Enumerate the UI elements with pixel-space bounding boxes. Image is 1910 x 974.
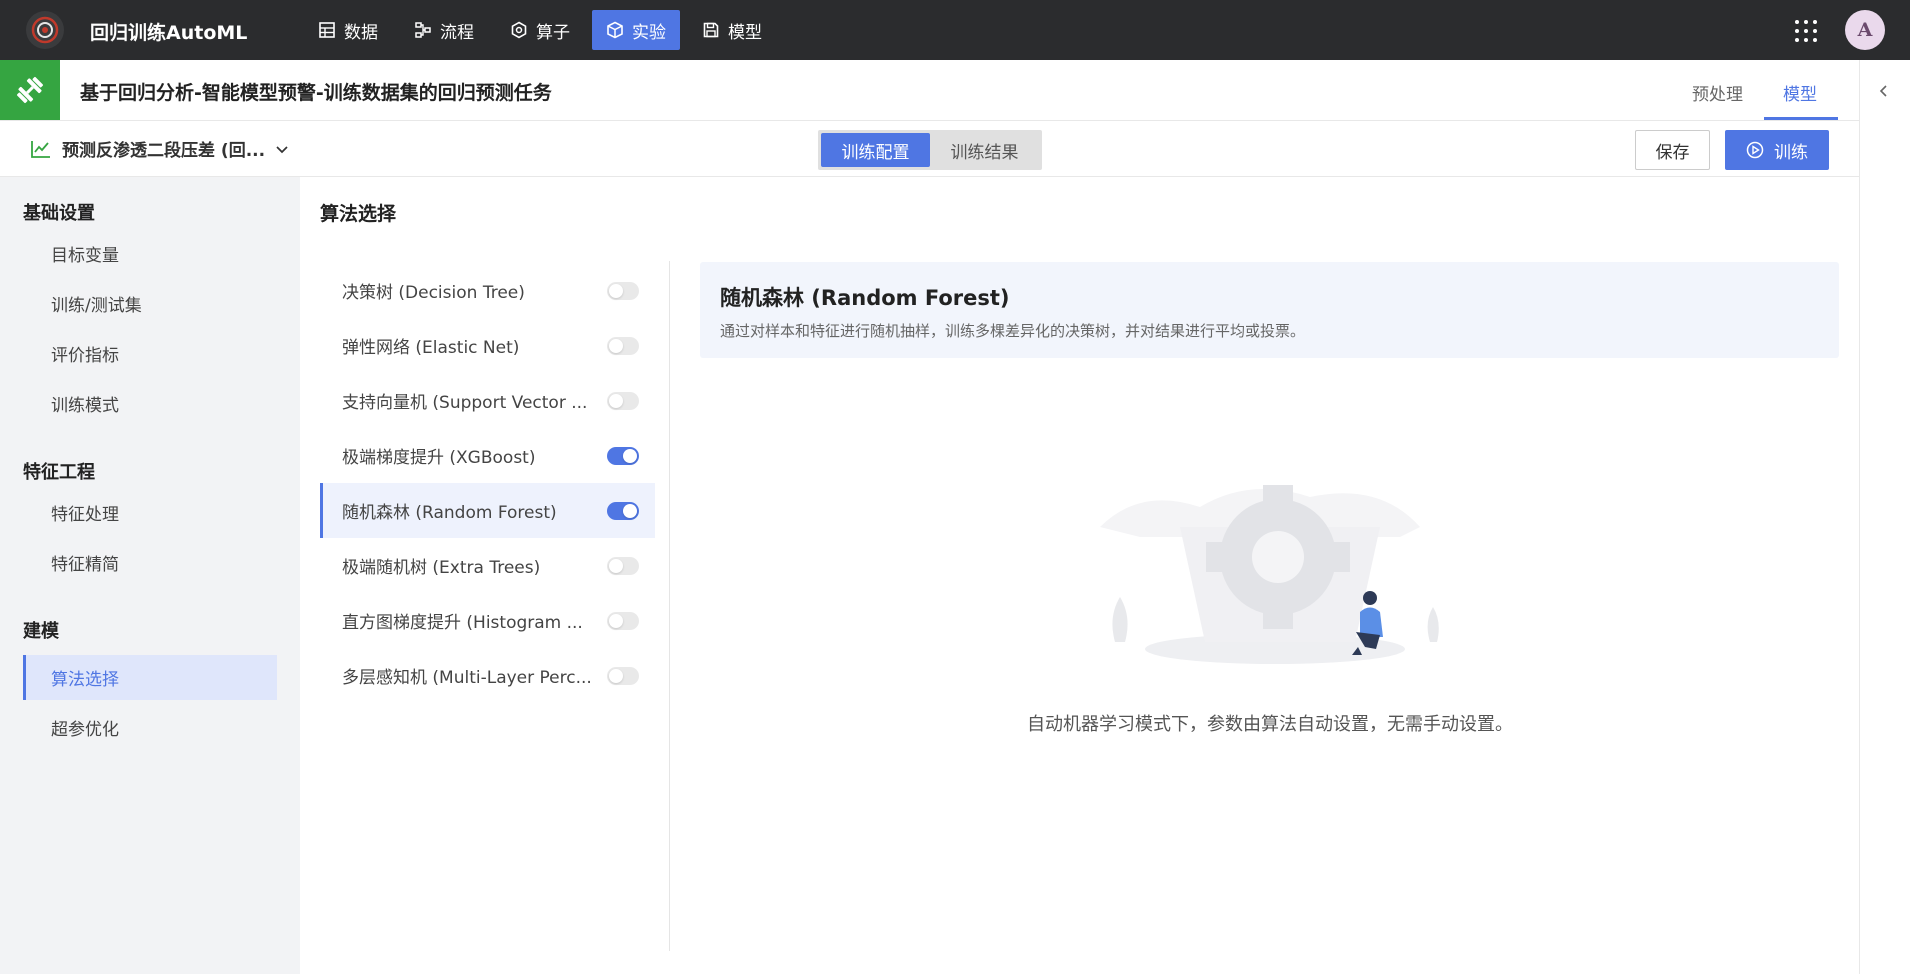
project-header: 基于回归分析-智能模型预警-训练数据集的回归预测任务 预处理 模型 [0, 60, 1859, 121]
save-icon [703, 22, 719, 38]
nav-item-label: 流程 [440, 22, 474, 43]
sidebar-item-feature-select[interactable]: 特征精简 [23, 540, 277, 585]
algorithm-detail-title: 随机森林 (Random Forest) [720, 286, 1010, 310]
algorithm-label: 弹性网络 (Elastic Net) [342, 338, 520, 358]
train-button-label: 训练 [1774, 142, 1808, 163]
algorithm-detail-description: 通过对样本和特征进行随机抽样，训练多棵差异化的决策树，并对结果进行平均或投票。 [720, 322, 1306, 340]
algorithm-label: 支持向量机 (Support Vector ... [342, 393, 588, 413]
algorithm-item-extra-trees[interactable]: 极端随机树 (Extra Trees) [320, 538, 655, 593]
algorithm-toggle[interactable] [607, 611, 639, 630]
algorithm-toggle[interactable] [607, 446, 639, 465]
algorithm-label: 随机森林 (Random Forest) [342, 503, 557, 523]
divider [669, 261, 670, 951]
algorithm-item-random-forest[interactable]: 随机森林 (Random Forest) [320, 483, 655, 538]
sidebar-item-train-mode[interactable]: 训练模式 [23, 381, 277, 426]
nav-item-flow[interactable]: 流程 [400, 10, 488, 50]
task-name: 预测反渗透二段压差 (回... [62, 141, 266, 161]
grid-icon [319, 22, 335, 38]
algorithm-item-elastic-net[interactable]: 弹性网络 (Elastic Net) [320, 318, 655, 373]
sidebar-group-basic: 基础设置 [23, 203, 95, 224]
play-circle-icon [1746, 141, 1764, 159]
flow-icon [415, 22, 431, 38]
algorithm-item-decision-tree[interactable]: 决策树 (Decision Tree) [320, 263, 655, 318]
tab-model[interactable]: 模型 [1783, 80, 1817, 105]
algorithm-label: 直方图梯度提升 (Histogram ... [342, 613, 583, 633]
main-panel: 算法选择 决策树 (Decision Tree) 弹性网络 (Elastic N… [300, 177, 1859, 974]
algorithm-item-xgboost[interactable]: 极端梯度提升 (XGBoost) [320, 428, 655, 483]
sidebar-group-feature: 特征工程 [23, 462, 95, 483]
algorithm-label: 极端梯度提升 (XGBoost) [342, 448, 536, 468]
algorithm-toggle[interactable] [607, 501, 639, 520]
sidebar-item-hyperparam[interactable]: 超参优化 [23, 705, 277, 750]
app-logo-icon[interactable] [26, 11, 64, 49]
main-nav: 数据 流程 算子 实验 模型 [304, 10, 776, 50]
settings-sidebar: 基础设置 目标变量 训练/测试集 评价指标 训练模式 特征工程 特征处理 特征精… [0, 177, 300, 974]
experiment-toolbar: 预测反渗透二段压差 (回... 训练配置 训练结果 保存 训练 [0, 121, 1859, 177]
tab-train-config[interactable]: 训练配置 [821, 133, 930, 167]
algorithm-list: 决策树 (Decision Tree) 弹性网络 (Elastic Net) 支… [320, 263, 655, 703]
nav-item-model[interactable]: 模型 [688, 10, 776, 50]
nav-item-label: 实验 [632, 22, 666, 43]
sidebar-item-target[interactable]: 目标变量 [23, 231, 277, 276]
algorithm-label: 极端随机树 (Extra Trees) [342, 558, 541, 578]
algorithm-label: 多层感知机 (Multi-Layer Perc... [342, 668, 592, 688]
algorithm-detail-card: 随机森林 (Random Forest) 通过对样本和特征进行随机抽样，训练多棵… [700, 262, 1839, 358]
save-button[interactable]: 保存 [1635, 130, 1710, 170]
nav-item-operator[interactable]: 算子 [496, 10, 584, 50]
algorithm-toggle[interactable] [607, 666, 639, 685]
chevron-left-icon[interactable] [1877, 84, 1891, 98]
right-collapse-panel [1859, 60, 1910, 974]
view-switcher: 训练配置 训练结果 [818, 130, 1042, 170]
tab-preprocess[interactable]: 预处理 [1692, 80, 1743, 105]
nav-item-label: 数据 [344, 22, 378, 43]
sidebar-group-modeling: 建模 [23, 621, 59, 642]
app-title[interactable]: 回归训练AutoML [90, 18, 247, 45]
top-nav-bar: 回归训练AutoML 数据 流程 算子 实验 模型 A [0, 0, 1910, 60]
page-title: 基于回归分析-智能模型预警-训练数据集的回归预测任务 [80, 82, 552, 104]
tab-train-result[interactable]: 训练结果 [930, 133, 1039, 167]
sidebar-item-algorithm[interactable]: 算法选择 [23, 655, 277, 700]
sidebar-item-train-test[interactable]: 训练/测试集 [23, 281, 277, 326]
apps-grid-icon[interactable] [1795, 20, 1817, 42]
algorithm-item-mlp[interactable]: 多层感知机 (Multi-Layer Perc... [320, 648, 655, 703]
nav-item-label: 模型 [728, 22, 762, 43]
algorithm-item-svm[interactable]: 支持向量机 (Support Vector ... [320, 373, 655, 428]
avatar[interactable]: A [1845, 10, 1885, 50]
line-chart-icon [31, 140, 50, 158]
algorithm-label: 决策树 (Decision Tree) [342, 283, 525, 303]
chevron-down-icon [276, 145, 288, 153]
auto-config-illustration [1100, 485, 1439, 664]
active-tab-indicator [1764, 117, 1838, 120]
algorithm-toggle[interactable] [607, 336, 639, 355]
train-button[interactable]: 训练 [1725, 130, 1829, 170]
sidebar-item-metrics[interactable]: 评价指标 [23, 331, 277, 376]
hexagon-icon [511, 21, 527, 39]
auto-mode-note: 自动机器学习模式下，参数由算法自动设置，无需手动设置。 [1027, 714, 1513, 735]
section-title: 算法选择 [320, 203, 397, 225]
sidebar-item-feature-process[interactable]: 特征处理 [23, 490, 277, 535]
dumbbell-icon [0, 60, 60, 120]
nav-item-data[interactable]: 数据 [304, 10, 392, 50]
task-selector[interactable]: 预测反渗透二段压差 (回... [30, 136, 289, 161]
algorithm-toggle[interactable] [607, 556, 639, 575]
algorithm-toggle[interactable] [607, 391, 639, 410]
algorithm-item-histogram-gb[interactable]: 直方图梯度提升 (Histogram ... [320, 593, 655, 648]
algorithm-toggle[interactable] [607, 281, 639, 300]
nav-item-label: 算子 [536, 22, 570, 43]
cube-icon [607, 21, 623, 39]
nav-item-experiment[interactable]: 实验 [592, 10, 680, 50]
